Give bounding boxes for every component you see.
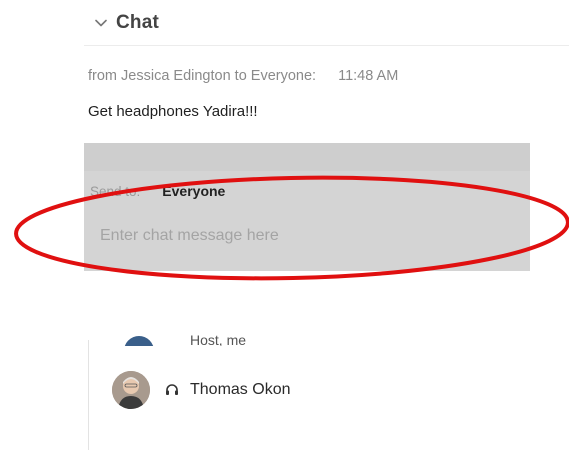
message-meta: from Jessica Edington to Everyone: 11:48… — [88, 68, 548, 84]
message-sender: from Jessica Edington to Everyone: — [88, 68, 317, 84]
send-to-label: Send to: — [90, 183, 141, 199]
participants-divider — [88, 340, 89, 450]
chat-compose-area: Send to: Everyone — [84, 143, 530, 271]
message-text: Get headphones Yadira!!! — [88, 103, 258, 120]
participant-role-label: Host, me — [190, 332, 247, 346]
avatar — [124, 336, 154, 346]
headset-icon — [164, 382, 180, 398]
chat-message-input[interactable] — [94, 221, 514, 251]
participant-row-partial: Host, me — [120, 328, 320, 346]
message-timestamp: 11:48 AM — [338, 68, 399, 84]
compose-top-band — [84, 143, 530, 171]
chat-section-header[interactable]: Chat — [84, 0, 569, 46]
participant-name: Thomas Okon — [190, 381, 291, 398]
chat-title: Chat — [116, 11, 160, 33]
chat-panel-screenshot: Chat from Jessica Edington to Everyone: … — [0, 0, 569, 450]
chevron-down-icon[interactable] — [90, 12, 112, 34]
send-to-row[interactable]: Send to: Everyone — [90, 183, 225, 199]
avatar — [112, 371, 150, 409]
participant-row[interactable]: Thomas Okon — [112, 370, 290, 410]
send-to-recipient[interactable]: Everyone — [162, 183, 225, 199]
